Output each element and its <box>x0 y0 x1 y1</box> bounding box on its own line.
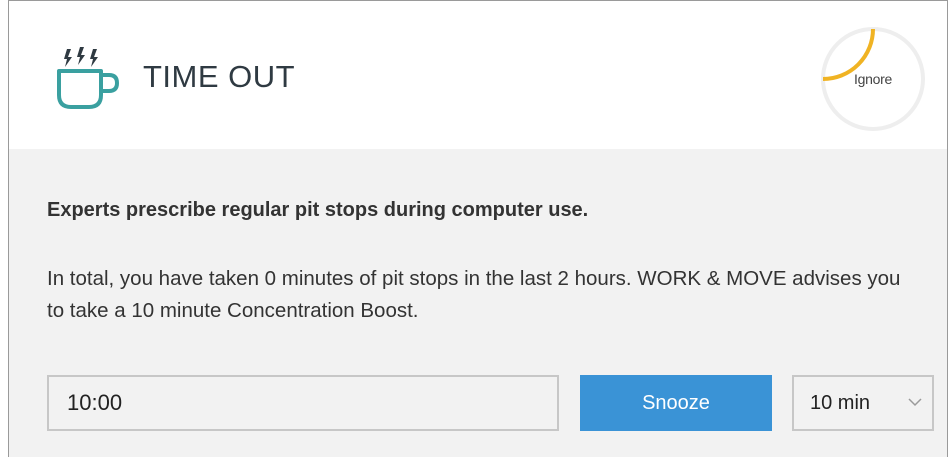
dialog-header: TIME OUT Ignore <box>9 1 947 149</box>
duration-selected-value: 10 min <box>810 392 871 414</box>
message-headline: Experts prescribe regular pit stops duri… <box>47 199 589 221</box>
timeout-dialog: TIME OUT Ignore Experts prescribe regula… <box>8 0 948 457</box>
message-body: In total, you have taken 0 minutes of pi… <box>47 267 901 322</box>
dialog-title: TIME OUT <box>143 59 296 94</box>
coffee-cup-icon <box>57 47 119 109</box>
ignore-label: Ignore <box>854 71 892 87</box>
ignore-button[interactable]: Ignore <box>819 25 927 133</box>
timer-display: 10:00 <box>47 375 559 431</box>
snooze-button[interactable]: Snooze <box>580 375 772 431</box>
dialog-content: Experts prescribe regular pit stops duri… <box>9 149 947 457</box>
snooze-duration-select[interactable]: 10 min <box>792 375 934 431</box>
chevron-down-icon <box>908 398 922 407</box>
